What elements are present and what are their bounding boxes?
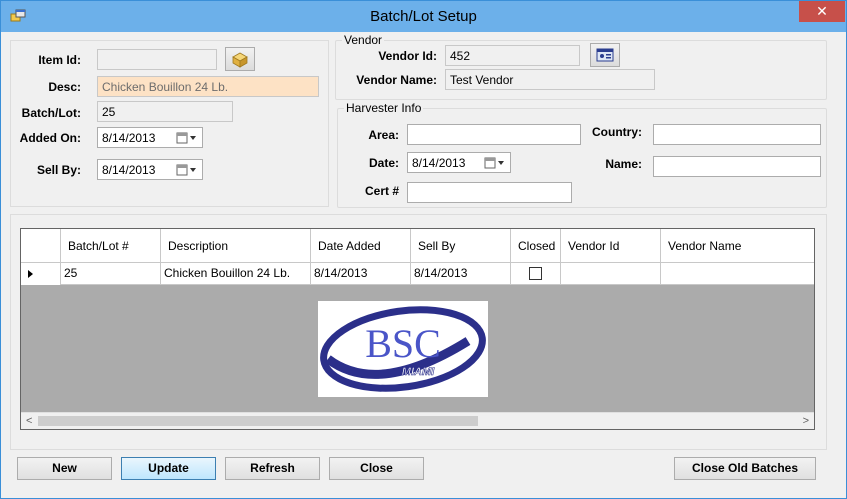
- vendor-name-label: Vendor Name:: [356, 73, 437, 87]
- close-button[interactable]: Close: [329, 457, 424, 480]
- closed-checkbox[interactable]: [529, 267, 542, 280]
- close-window-button[interactable]: ✕: [799, 1, 845, 22]
- name-label: Name:: [605, 157, 642, 171]
- scroll-thumb[interactable]: [38, 416, 478, 426]
- cell-date-added[interactable]: 8/14/2013: [311, 263, 411, 285]
- name-field[interactable]: [653, 156, 821, 177]
- window-title: Batch/Lot Setup: [370, 8, 477, 25]
- cell-vendor-name[interactable]: [661, 263, 814, 285]
- calendar-dropdown-icon[interactable]: [484, 156, 506, 170]
- bsc-miami-logo: BSC MIAMI: [318, 301, 488, 397]
- update-button[interactable]: Update: [121, 457, 216, 480]
- cell-closed[interactable]: [511, 263, 561, 285]
- row-header-corner: [21, 229, 61, 263]
- item-id-field[interactable]: [97, 49, 217, 70]
- column-header-date-added[interactable]: Date Added: [311, 229, 411, 263]
- item-id-label: Item Id:: [38, 53, 81, 67]
- logo-main-text: BSC: [365, 321, 441, 366]
- item-lookup-button[interactable]: [225, 47, 255, 71]
- column-header-vendor-name[interactable]: Vendor Name: [661, 229, 814, 263]
- sell-by-label: Sell By:: [36, 163, 81, 177]
- cell-description[interactable]: Chicken Bouillon 24 Lb.: [161, 263, 311, 285]
- batch-lot-field[interactable]: 25: [97, 101, 233, 122]
- box-icon: [232, 52, 248, 68]
- column-header-vendor-id[interactable]: Vendor Id: [561, 229, 661, 263]
- current-row-arrow-icon: [28, 270, 33, 278]
- country-field[interactable]: [653, 124, 821, 145]
- harvester-info-group: Harvester Info Area: Country: Date: 8/14…: [337, 101, 827, 208]
- scroll-right-icon[interactable]: >: [803, 415, 809, 427]
- refresh-button[interactable]: Refresh: [225, 457, 320, 480]
- row-header[interactable]: [21, 263, 61, 285]
- vendor-group-title: Vendor: [342, 33, 385, 47]
- cell-sell-by[interactable]: 8/14/2013: [411, 263, 511, 285]
- logo-sub-text: MIAMI: [402, 366, 435, 378]
- added-on-datepicker[interactable]: 8/14/2013: [97, 127, 203, 148]
- grid-header-row: Batch/Lot # Description Date Added Sell …: [21, 229, 814, 263]
- calendar-dropdown-icon[interactable]: [176, 163, 198, 177]
- item-panel: Item Id: Desc: Chicken Bouillon 24 Lb. B…: [10, 40, 329, 207]
- column-header-batch-lot[interactable]: Batch/Lot #: [61, 229, 161, 263]
- vendor-group: Vendor Vendor Id: 452 Vendor Name: Test …: [335, 33, 827, 100]
- close-old-batches-button[interactable]: Close Old Batches: [674, 457, 816, 480]
- vendor-card-icon: [596, 48, 614, 62]
- cert-field[interactable]: [407, 182, 572, 203]
- batch-grid[interactable]: Batch/Lot # Description Date Added Sell …: [20, 228, 815, 430]
- sell-by-datepicker[interactable]: 8/14/2013: [97, 159, 203, 180]
- vendor-name-field[interactable]: Test Vendor: [445, 69, 655, 90]
- table-row[interactable]: 25 Chicken Bouillon 24 Lb. 8/14/2013 8/1…: [21, 263, 814, 285]
- scroll-left-icon[interactable]: <: [26, 415, 32, 427]
- horizontal-scrollbar[interactable]: < >: [21, 412, 814, 429]
- cert-label: Cert #: [364, 184, 399, 198]
- added-on-value: 8/14/2013: [102, 131, 156, 145]
- harvester-date-datepicker[interactable]: 8/14/2013: [407, 152, 511, 173]
- client-area: Item Id: Desc: Chicken Bouillon 24 Lb. B…: [8, 32, 839, 493]
- vendor-lookup-button[interactable]: [590, 43, 620, 67]
- batch-lot-label: Batch/Lot:: [21, 106, 81, 120]
- vendor-id-label: Vendor Id:: [378, 49, 437, 63]
- column-header-sell-by[interactable]: Sell By: [411, 229, 511, 263]
- column-header-closed[interactable]: Closed: [511, 229, 561, 263]
- title-bar[interactable]: Batch/Lot Setup ✕: [1, 1, 846, 32]
- date-label: Date:: [368, 156, 399, 170]
- harvester-group-title: Harvester Info: [344, 101, 424, 115]
- area-field[interactable]: [407, 124, 581, 145]
- batch-lot-setup-window: Batch/Lot Setup ✕ Item Id: Desc: Chicken…: [0, 0, 847, 499]
- country-label: Country:: [592, 125, 642, 139]
- new-button[interactable]: New: [17, 457, 112, 480]
- harvester-date-value: 8/14/2013: [412, 156, 466, 170]
- bsc-logo-graphic: BSC MIAMI: [320, 306, 486, 392]
- sell-by-value: 8/14/2013: [102, 163, 156, 177]
- area-label: Area:: [368, 128, 399, 142]
- cell-batch-lot[interactable]: 25: [61, 263, 161, 285]
- vendor-id-field[interactable]: 452: [445, 45, 580, 66]
- added-on-label: Added On:: [19, 131, 81, 145]
- calendar-dropdown-icon[interactable]: [176, 131, 198, 145]
- desc-label: Desc:: [48, 80, 81, 94]
- desc-field[interactable]: Chicken Bouillon 24 Lb.: [97, 76, 319, 97]
- column-header-description[interactable]: Description: [161, 229, 311, 263]
- cell-vendor-id[interactable]: [561, 263, 661, 285]
